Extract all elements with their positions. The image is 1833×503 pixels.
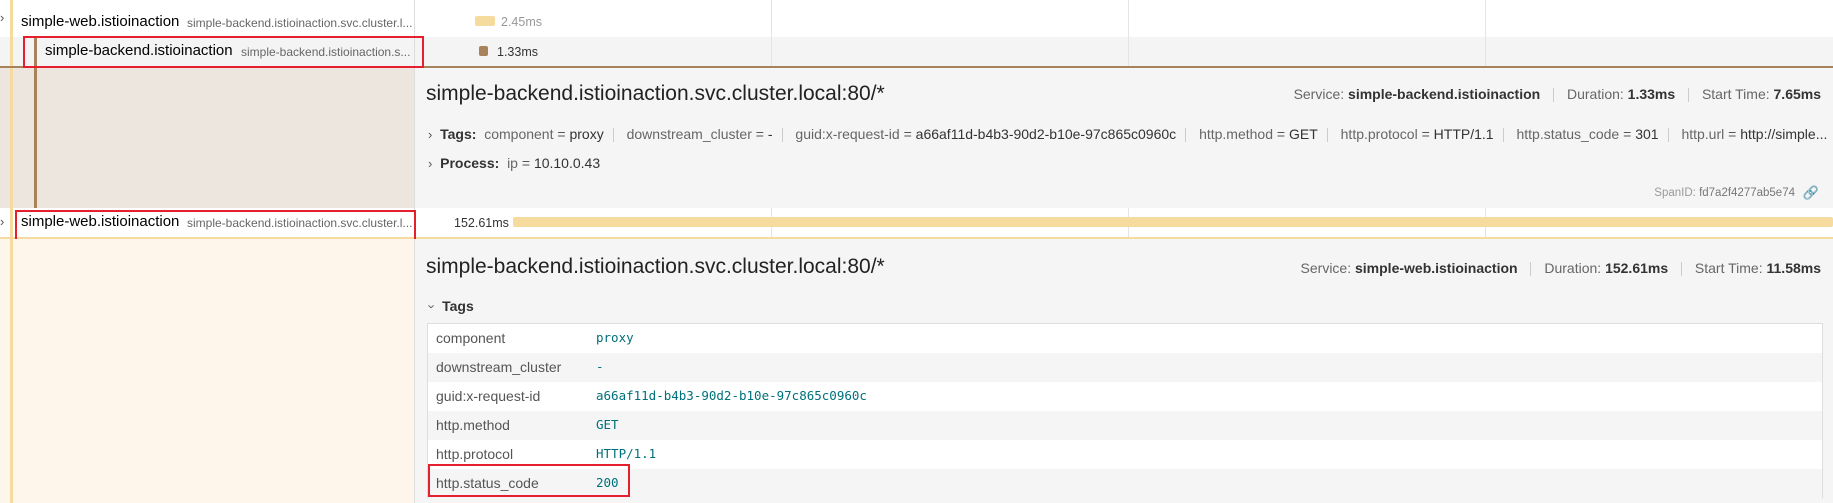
span-duration-bar[interactable]: [475, 16, 495, 26]
duration-label: Duration:: [1544, 260, 1602, 276]
span-id: SpanID: fd7a2f4277ab5e74: [1654, 187, 1795, 199]
span-color-bar: [10, 208, 13, 237]
table-row: downstream_cluster -: [428, 353, 1822, 382]
collapse-chevron-icon[interactable]: ›: [0, 214, 4, 229]
span-duration-bar[interactable]: [513, 217, 1833, 227]
start-time-value: 11.58ms: [1766, 260, 1822, 276]
tag-key: guid:x-request-id: [436, 388, 541, 404]
start-time-label: Start Time:: [1701, 86, 1770, 102]
span-operation-name: simple-backend.istioinaction.svc.cluster…: [187, 16, 413, 30]
tag-key: component: [436, 330, 506, 346]
service-label: Service:: [1300, 260, 1352, 276]
chevron-down-icon[interactable]: ›: [425, 304, 440, 308]
tag-value: proxy: [596, 330, 634, 345]
span-detail-meta: Service: simple-backend.istioinaction Du…: [1293, 86, 1821, 103]
tags-label: Tags:: [440, 126, 477, 142]
tags-summary[interactable]: › Tags: component = proxy downstream_clu…: [428, 126, 1827, 143]
span-detail-title: simple-backend.istioinaction.svc.cluster…: [426, 255, 885, 278]
span-duration-label: 152.61ms: [454, 216, 509, 230]
collapse-chevron-icon[interactable]: ›: [0, 10, 4, 25]
tag-value: GET: [596, 417, 619, 432]
process-summary[interactable]: › Process: ip = 10.10.0.43: [428, 155, 600, 171]
service-label: Service:: [1293, 86, 1345, 102]
span-row[interactable]: › simple-web.istioinaction simple-backen…: [0, 0, 1833, 38]
expand-chevron-icon[interactable]: ›: [428, 156, 432, 171]
table-row: component proxy: [428, 324, 1822, 353]
link-icon[interactable]: 🔗: [1803, 185, 1819, 201]
tags-table: component proxy downstream_cluster - gui…: [427, 323, 1823, 498]
span-detail-meta: Service: simple-web.istioinaction Durati…: [1300, 260, 1822, 277]
highlight-box: [428, 464, 630, 497]
table-row: guid:x-request-id a66af11d-b4b3-90d2-b10…: [428, 382, 1822, 411]
expand-chevron-icon[interactable]: ›: [428, 127, 432, 142]
span-duration-label: 2.45ms: [501, 15, 542, 29]
table-row: http.method GET: [428, 411, 1822, 440]
span-detail-title: simple-backend.istioinaction.svc.cluster…: [426, 82, 885, 105]
table-row: http.protocol HTTP/1.1: [428, 440, 1822, 469]
span-duration-bar[interactable]: [479, 46, 488, 56]
table-row: http.status_code 200: [428, 469, 1822, 498]
tag-key: http.protocol: [436, 446, 514, 462]
duration-label: Duration:: [1566, 86, 1624, 102]
tag-key: http.method: [436, 417, 510, 433]
tags-label: Tags: [442, 298, 474, 314]
service-value: simple-web.istioinaction: [1355, 260, 1518, 276]
start-time-value: 7.65ms: [1773, 86, 1821, 102]
tag-value: HTTP/1.1: [596, 446, 657, 461]
tag-key: downstream_cluster: [436, 359, 562, 375]
tag-value: -: [596, 359, 604, 374]
highlight-box: [15, 210, 416, 242]
span-color-bar: [10, 0, 13, 37]
span-service-name: simple-web.istioinaction: [21, 13, 180, 30]
span-detail-panel: simple-backend.istioinaction.svc.cluster…: [0, 68, 1833, 209]
highlight-box: [23, 36, 424, 68]
span-name-cell[interactable]: › simple-web.istioinaction simple-backen…: [0, 0, 415, 37]
service-value: simple-backend.istioinaction: [1348, 86, 1541, 102]
duration-value: 1.33ms: [1627, 86, 1676, 102]
span-duration-label: 1.33ms: [497, 45, 538, 59]
tags-header[interactable]: › Tags: [425, 298, 474, 314]
duration-value: 152.61ms: [1605, 260, 1669, 276]
start-time-label: Start Time:: [1694, 260, 1763, 276]
tag-value: a66af11d-b4b3-90d2-b10e-97c865c0960c: [596, 388, 867, 403]
process-label: Process:: [440, 155, 500, 171]
span-color-bar: [10, 37, 13, 66]
